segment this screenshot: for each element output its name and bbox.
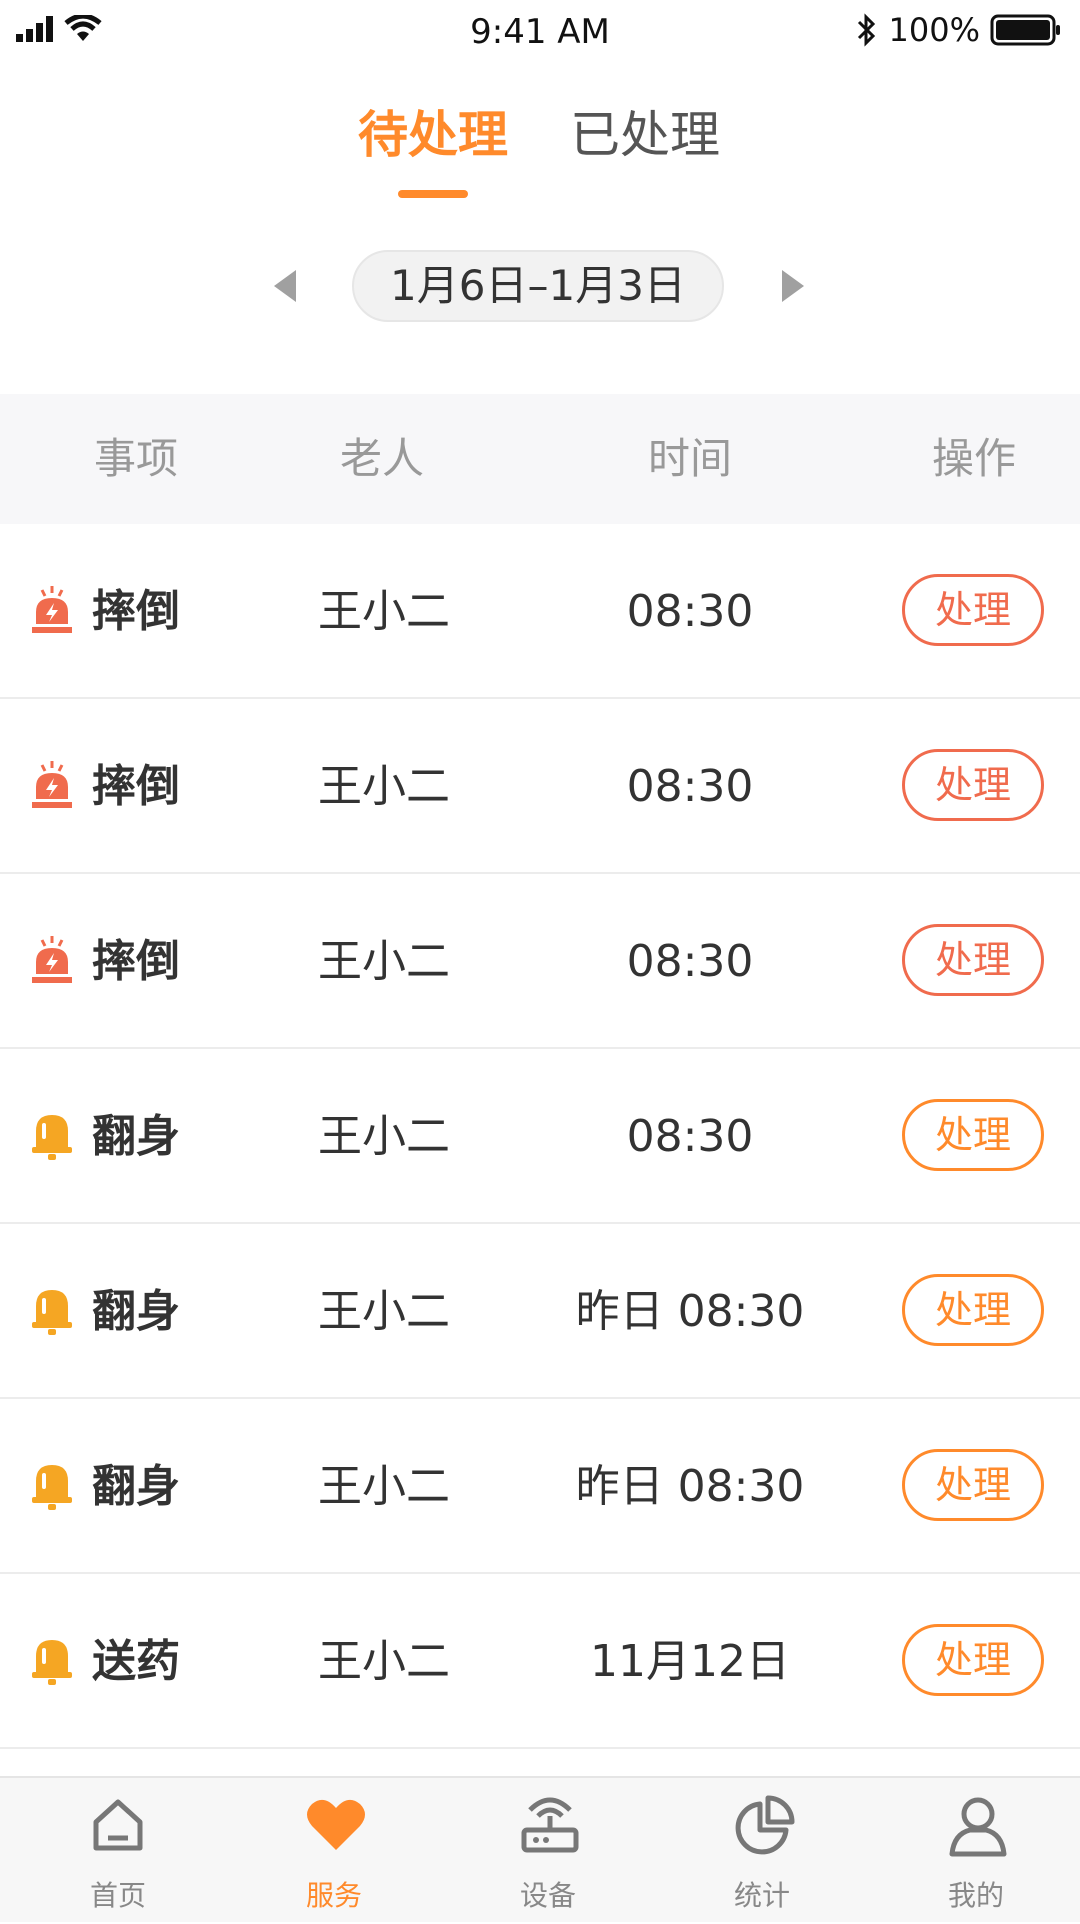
event-type: 摔倒: [92, 586, 180, 637]
elder-name: 王小二: [318, 586, 450, 637]
bluetooth-icon: [857, 13, 875, 47]
table-row[interactable]: 翻身 王小二 昨日 08:30 处理: [0, 1224, 1080, 1399]
previous-date-arrow-icon[interactable]: [274, 270, 296, 302]
table-row[interactable]: 摔倒 王小二 08:30 处理: [0, 524, 1080, 699]
event-time: 08:30: [626, 1111, 754, 1162]
alarm-icon: [32, 586, 72, 633]
table-row[interactable]: 翻身 王小二 昨日 08:30 处理: [0, 1399, 1080, 1574]
event-type: 翻身: [92, 1461, 180, 1512]
nav-home[interactable]: 首页: [10, 1778, 226, 1922]
table-row[interactable]: 摔倒 王小二 08:30 处理: [0, 874, 1080, 1049]
event-type: 翻身: [92, 1286, 180, 1337]
battery-percentage: 100%: [888, 11, 980, 49]
alarm-icon: [32, 761, 72, 808]
event-time: 08:30: [626, 936, 754, 987]
elder-name: 王小二: [318, 1636, 450, 1687]
elder-name: 王小二: [318, 936, 450, 987]
status-tabs: 待处理 已处理: [0, 100, 1080, 210]
event-time: 08:30: [626, 761, 754, 812]
alarm-icon: [32, 936, 72, 983]
bell-icon: [32, 1640, 72, 1685]
table-row[interactable]: 送药 王小二 11月12日 08:30 处理: [0, 1574, 1080, 1862]
bell-icon: [32, 1465, 72, 1510]
nav-service-label: 服务: [305, 1879, 362, 1912]
elder-name: 王小二: [318, 761, 450, 812]
handle-button[interactable]: 处理: [902, 1274, 1044, 1346]
bottom-tab-bar: 首页 服务 设备 统计 我的: [0, 1776, 1080, 1922]
bell-icon: [32, 1290, 72, 1335]
battery-icon: [990, 14, 1060, 46]
nav-device-label: 设备: [519, 1879, 576, 1912]
nav-me[interactable]: 我的: [868, 1778, 1080, 1922]
user-icon: [949, 1797, 1007, 1857]
header-item: 事项: [94, 434, 179, 483]
nav-stats[interactable]: 统计: [654, 1778, 870, 1922]
bell-icon: [32, 1115, 72, 1160]
tab-processed[interactable]: 已处理: [570, 100, 720, 170]
router-icon: [521, 1797, 579, 1853]
nav-service[interactable]: 服务: [226, 1778, 442, 1922]
date-range-pill[interactable]: 1月6日–1月3日: [352, 250, 724, 322]
event-time: 08:30: [626, 586, 754, 637]
nav-home-label: 首页: [89, 1879, 146, 1912]
pie-chart-icon: [735, 1795, 795, 1855]
event-list: 摔倒 王小二 08:30 处理 摔倒 王小二 08:30 处理 摔倒 王小二 0…: [0, 524, 1080, 1862]
handle-button[interactable]: 处理: [902, 1624, 1044, 1696]
handle-button[interactable]: 处理: [902, 749, 1044, 821]
handle-button[interactable]: 处理: [902, 1099, 1044, 1171]
handle-button[interactable]: 处理: [902, 574, 1044, 646]
elder-name: 王小二: [318, 1461, 450, 1512]
table-row[interactable]: 摔倒 王小二 08:30 处理: [0, 699, 1080, 874]
nav-me-label: 我的: [947, 1879, 1004, 1912]
event-type: 摔倒: [92, 761, 180, 812]
table-header: 事项 老人 时间 操作: [0, 394, 1080, 524]
active-tab-indicator: [398, 190, 468, 198]
handle-button[interactable]: 处理: [902, 924, 1044, 996]
event-type: 摔倒: [92, 936, 180, 987]
event-time: 昨日 08:30: [575, 1286, 805, 1337]
date-selector: 1月6日–1月3日: [0, 250, 1080, 326]
event-type: 送药: [92, 1636, 180, 1687]
next-date-arrow-icon[interactable]: [782, 270, 804, 302]
header-time: 时间: [648, 434, 733, 483]
heart-icon: [307, 1799, 365, 1850]
event-type: 翻身: [92, 1111, 180, 1162]
handle-button[interactable]: 处理: [902, 1449, 1044, 1521]
event-time: 昨日 08:30: [575, 1461, 805, 1512]
nav-device[interactable]: 设备: [440, 1778, 656, 1922]
elder-name: 王小二: [318, 1286, 450, 1337]
tab-pending[interactable]: 待处理: [358, 100, 508, 170]
header-elder: 老人: [340, 434, 425, 483]
header-action: 操作: [932, 434, 1017, 483]
nav-stats-label: 统计: [733, 1879, 790, 1912]
status-right-group: 100%: [855, 10, 1062, 50]
status-bar: 9:41 AM 100%: [0, 0, 1080, 64]
home-icon: [93, 1799, 143, 1851]
table-row[interactable]: 翻身 王小二 08:30 处理: [0, 1049, 1080, 1224]
elder-name: 王小二: [318, 1111, 450, 1162]
